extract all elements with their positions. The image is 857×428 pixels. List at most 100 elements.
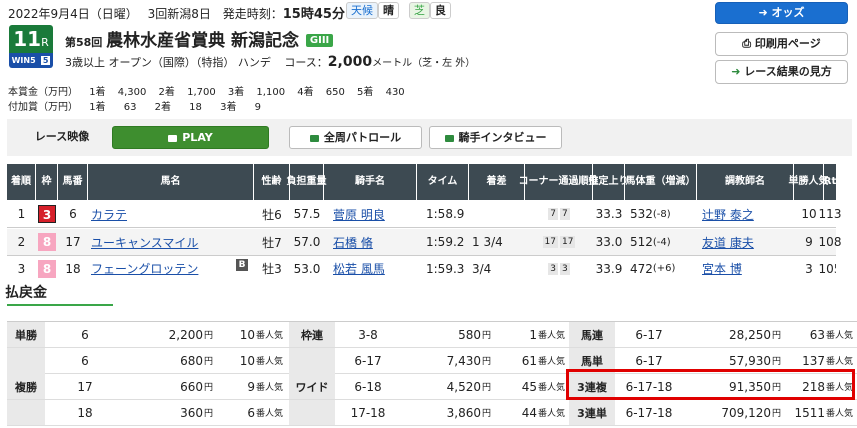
jockey-link[interactable]: 石橋 脩 [333,234,373,251]
col-rating: Rt [823,176,837,187]
wakuren-pay-value: 580 [458,327,481,342]
sanrentan-pay: 709,120 円 [683,400,781,425]
print-page-button[interactable]: ⎙ 印刷用ページ [715,32,848,56]
print-page-label: 印刷用ページ [754,37,821,50]
extra-prize-row: 付加賞（万円） 1着 63 2着 18 3着 9 [8,98,261,113]
wide-pay: 4,520 円 [401,374,491,399]
payout-row: 単勝 6 2,200 円 10 番人気 枠連 3-8 580 円 1 番人気 馬連 6-… [7,322,857,348]
fukusho-combo: 17 [77,379,93,394]
yen-unit: 円 [203,331,213,341]
margin: 1 3/4 [472,235,503,249]
col-margin: 着差 [469,164,525,200]
waku-badge: 3 [38,205,56,223]
win5-badge: WIN5 5 [9,53,53,68]
grade-badge: GIII [305,34,334,47]
corner-positions: 77 [525,201,593,227]
play-button[interactable]: PLAY [112,126,269,149]
yen-unit: 円 [481,383,491,393]
corner-chip: 3 [548,262,558,275]
sanrentan-combo: 6-17-18 [625,405,673,420]
fukusho-pay: 660 円 [125,374,213,399]
wide-pay-value: 7,430 [446,353,481,368]
col-uma: 馬番 [58,164,88,200]
carried-weight: 53.0 [293,261,321,276]
waku-cell: 8 [36,229,58,255]
tansho-pay-value: 2,200 [168,327,203,342]
race-number: 11 [13,27,42,51]
video-camera-icon [444,134,454,142]
weather-badges: 天候晴 芝良 [346,2,451,19]
results-guide-button[interactable]: ➜ レース結果の見方 [715,60,848,84]
body-weight-value: 512 [630,235,653,249]
race-distance-unit: メートル（芝・左 外） [372,58,476,69]
corner-positions: 17 17 [525,229,593,255]
race-number-r: R [41,36,49,49]
ninki-unit: 番人気 [537,357,565,367]
finish-time: 1:59.3 [426,261,465,276]
body-weight-diff: (-8) [652,208,671,220]
jockey-interview-button[interactable]: 騎手インタビュー [429,126,562,149]
race-conditions-line: 3歳以上 オープン（国際）（特指） ハンデ コース：2,000メートル（芝・左 … [65,54,475,70]
sanrentan-pop-value: 1511 [794,405,825,420]
rating: 113 [818,207,842,221]
weather-value: 晴 [378,2,399,19]
wide-pop-value: 45 [521,379,537,394]
extra-prize-values: 1着 63 2着 18 3着 9 [89,102,261,113]
fukusho-pay-value: 680 [180,353,203,368]
jockey-cell: 菅原 明良 [324,201,417,227]
rank: 1 [17,207,26,221]
trainer-cell: 友道 康夫 [697,229,794,255]
ninki-unit: 番人気 [537,383,565,393]
extra-prize-label: 付加賞（万円） [8,102,78,113]
trainer-link[interactable]: 宮本 博 [702,260,742,277]
body-weight: 472 (+6) [625,257,697,280]
wakuren-pay: 580 円 [401,322,491,347]
waku-badge: 8 [38,233,56,251]
print-icon: ⎙ [742,37,755,50]
wide-pay-value: 3,860 [446,405,481,420]
rank: 2 [17,235,26,249]
ninki-unit: 番人気 [825,357,853,367]
payout-title: 払戻金 [5,285,47,301]
col-horse: 馬名 [88,164,254,200]
tansho-pay: 2,200 円 [125,322,213,347]
patrol-video-button[interactable]: 全周パトロール [289,126,422,149]
race-title: 第58回 農林水産省賞典 新潟記念 GIII [65,26,334,51]
trainer-link[interactable]: 友道 康夫 [702,234,754,251]
chevron-right-circle-icon: ➜ [731,65,745,78]
col-agari: 推定上り [589,164,629,200]
col-sex: 性齢 [254,164,290,200]
corner-chip: 7 [548,208,558,220]
col-waku: 枠 [36,164,58,200]
odds-button[interactable]: ➜ オッズ [715,2,848,24]
tansho-pop: 10 番人気 [213,322,289,347]
col-bodyweight: 馬体重（増減） [625,164,697,200]
main-prize-values: 1着 4,300 2着 1,700 3着 1,100 4着 650 5着 430 [89,87,405,98]
jockey-link[interactable]: 松若 風馬 [333,260,385,277]
jockey-link[interactable]: 菅原 明良 [333,206,385,223]
yen-unit: 円 [203,357,213,367]
last-3f: 33.3 [595,207,623,221]
wide-pop: 44 番人気 [491,400,569,425]
trainer-link[interactable]: 辻野 泰之 [702,206,754,223]
last-3f: 33.0 [595,235,623,249]
race-conditions: 3歳以上 オープン（国際）（特指） ハンデ [65,56,271,69]
fukusho-combo: 6 [81,353,89,368]
fukusho-pop-value: 10 [239,353,255,368]
wide-combo: 6-18 [354,379,382,394]
patrol-label: 全周パトロール [323,131,402,144]
tansho-combo: 6 [81,327,89,342]
horse-name-link[interactable]: フェーングロッテン [91,260,198,277]
results-table-header: 着順 枠 馬番 馬名 性齢 負担重量 騎手名 タイム 着差 コーナー通過順位 推… [7,164,836,200]
horse-name-link[interactable]: カラテ [91,206,127,223]
horse-name-link[interactable]: ユーキャンスマイル [91,234,198,251]
ninki-unit: 番人気 [537,331,565,341]
sanrentan-pay-value: 709,120 [721,405,771,420]
sanrentan-pop: 1511 番人気 [781,400,857,425]
margin: 3/4 [472,261,492,276]
yen-unit: 円 [771,357,781,367]
finish-time: 1:59.2 [426,235,465,249]
course-label: コース： [284,56,328,69]
race-edition: 第58回 [65,36,103,49]
margin [469,201,525,227]
